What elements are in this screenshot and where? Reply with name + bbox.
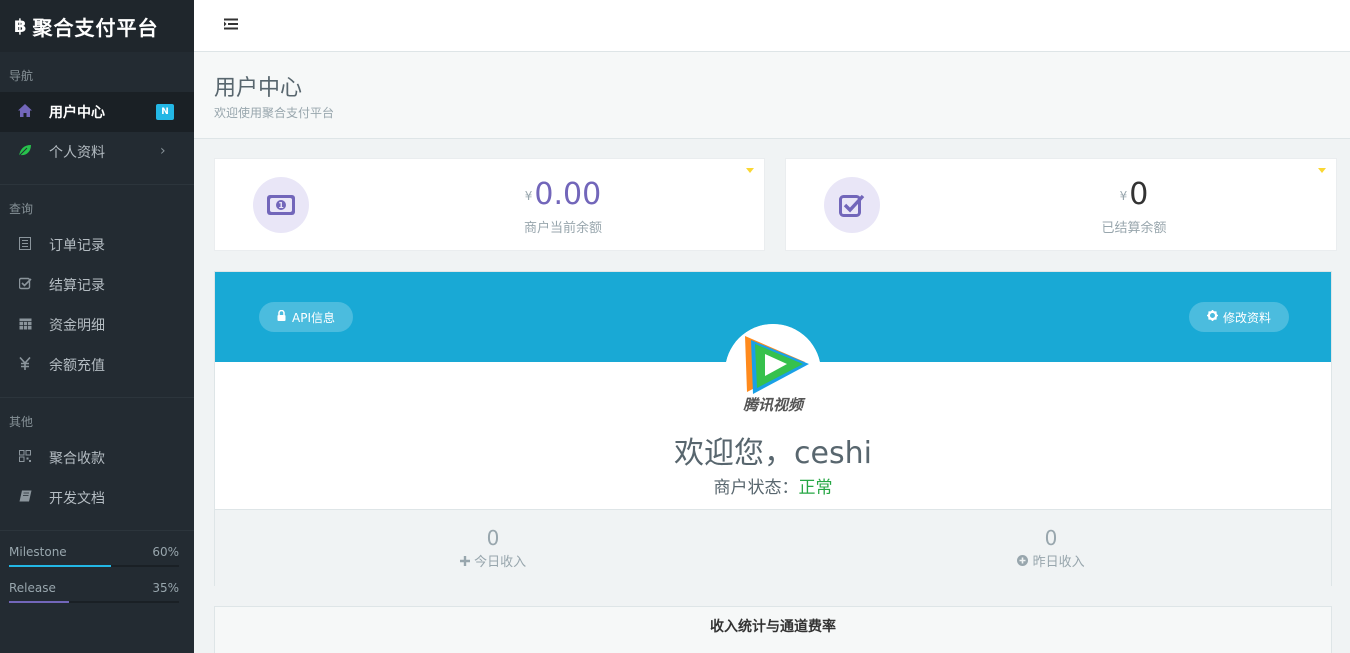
progress-percent: 35% xyxy=(152,581,179,595)
calendar-icon xyxy=(17,317,33,334)
sidebar-item-docs[interactable]: 开发文档 xyxy=(0,478,194,518)
sidebar-item-label: 聚合收款 xyxy=(49,451,105,467)
progress-release: Release 35% xyxy=(0,581,194,603)
menu-toggle-icon[interactable] xyxy=(224,18,240,34)
balance-card: 1 ¥0.00 商户当前余额 xyxy=(214,158,765,251)
yesterday-income: 0 昨日收入 xyxy=(951,526,1151,570)
nav-section-title: 其他 xyxy=(9,415,34,429)
edit-profile-label: 修改资料 xyxy=(1223,310,1272,325)
avatar-text: 腾讯视频 xyxy=(742,396,806,414)
yesterday-income-label: 昨日收入 xyxy=(951,551,1151,570)
chevron-right-icon: › xyxy=(160,143,166,159)
panel-title: 收入统计与通道费率 xyxy=(710,619,836,635)
settled-label: 已结算余额 xyxy=(1101,221,1167,236)
settled-amount: 0 xyxy=(1129,177,1149,212)
lock-icon xyxy=(277,309,286,324)
plus-circle-icon xyxy=(1017,555,1032,570)
nav-section-title: 导航 xyxy=(9,69,34,83)
balance-amount: 0.00 xyxy=(534,177,602,212)
sidebar-item-label: 个人资料 xyxy=(49,145,105,161)
corner-triangle-icon xyxy=(746,168,754,173)
home-icon xyxy=(17,103,33,121)
status-badge: 正常 xyxy=(798,478,833,498)
progress-label: Release xyxy=(9,581,56,595)
sidebar-item-orders[interactable]: 订单记录 xyxy=(0,225,194,265)
sidebar-item-profile[interactable]: 个人资料 › xyxy=(0,132,194,172)
progress-fill xyxy=(9,565,111,567)
settled-card: ¥0 已结算余额 xyxy=(785,158,1337,251)
new-badge: N xyxy=(156,104,174,120)
sidebar: ฿ 聚合支付平台 导航 用户中心 N 个人资料 › 查询 订单记录 结算记录 资… xyxy=(0,0,194,653)
progress-track xyxy=(9,601,179,603)
nav-section-title: 查询 xyxy=(9,202,34,216)
sidebar-item-recharge[interactable]: 余额充值 xyxy=(0,345,194,385)
progress-percent: 60% xyxy=(152,545,179,559)
bitcoin-icon: ฿ xyxy=(14,15,27,37)
leaf-icon xyxy=(17,144,33,161)
page-title: 用户中心 xyxy=(214,76,303,101)
yesterday-income-text: 昨日收入 xyxy=(1032,555,1085,570)
brand[interactable]: ฿ 聚合支付平台 xyxy=(0,0,194,52)
today-income-text: 今日收入 xyxy=(474,555,527,570)
status-label: 商户状态： xyxy=(713,478,799,498)
profile-panel: API信息 修改资料 腾讯视频 欢迎您，ceshi 商户状态：正常 0 今日收入… xyxy=(214,271,1332,586)
income-summary: 0 今日收入 0 昨日收入 xyxy=(215,509,1331,586)
api-info-label: API信息 xyxy=(292,310,335,325)
topbar xyxy=(194,0,1350,52)
sidebar-item-label: 结算记录 xyxy=(49,278,105,294)
page-subtitle: 欢迎使用聚合支付平台 xyxy=(214,106,335,120)
divider xyxy=(0,530,194,531)
sidebar-item-label: 资金明细 xyxy=(49,318,105,334)
balance-label: 商户当前余额 xyxy=(523,221,602,236)
book-icon xyxy=(17,490,33,506)
qrcode-icon xyxy=(17,450,33,466)
brand-name: 聚合支付平台 xyxy=(32,15,159,40)
avatar[interactable]: 腾讯视频 xyxy=(725,324,821,420)
sidebar-item-label: 用户中心 xyxy=(49,105,105,121)
plus-icon xyxy=(459,555,474,570)
today-income-value: 0 xyxy=(486,526,500,550)
currency-symbol: ¥ xyxy=(1119,188,1128,203)
income-stats-panel: 收入统计与通道费率 xyxy=(214,606,1332,653)
sidebar-item-user-center[interactable]: 用户中心 N xyxy=(0,92,194,132)
progress-track xyxy=(9,565,179,567)
sidebar-item-aggregate-pay[interactable]: 聚合收款 xyxy=(0,438,194,478)
welcome-text: 欢迎您，ceshi xyxy=(674,436,872,471)
today-income-label: 今日收入 xyxy=(393,551,593,570)
list-icon xyxy=(17,236,33,254)
progress-milestone: Milestone 60% xyxy=(0,545,194,567)
settled-value: ¥0 xyxy=(1034,177,1234,212)
page-header: 用户中心 欢迎使用聚合支付平台 xyxy=(194,52,1350,139)
edit-profile-button[interactable]: 修改资料 xyxy=(1189,302,1290,332)
svg-text:1: 1 xyxy=(278,201,284,210)
check-square-icon xyxy=(17,277,33,294)
progress-fill xyxy=(9,601,69,603)
corner-triangle-icon xyxy=(1318,168,1326,173)
gear-icon xyxy=(1207,310,1218,324)
check-square-icon xyxy=(824,177,880,233)
sidebar-item-settlements[interactable]: 结算记录 xyxy=(0,265,194,305)
sidebar-item-label: 余额充值 xyxy=(49,358,105,374)
yen-icon xyxy=(17,356,33,374)
sidebar-item-label: 订单记录 xyxy=(49,238,105,254)
currency-symbol: ¥ xyxy=(524,188,533,203)
yesterday-income-value: 0 xyxy=(1044,526,1058,550)
sidebar-item-funds[interactable]: 资金明细 xyxy=(0,305,194,345)
money-icon: 1 xyxy=(253,177,309,233)
merchant-status: 商户状态：正常 xyxy=(215,473,1331,498)
sidebar-item-label: 开发文档 xyxy=(49,491,105,507)
balance-value: ¥0.00 xyxy=(463,177,663,212)
today-income: 0 今日收入 xyxy=(393,526,593,570)
api-info-button[interactable]: API信息 xyxy=(259,302,353,332)
progress-label: Milestone xyxy=(9,545,67,559)
